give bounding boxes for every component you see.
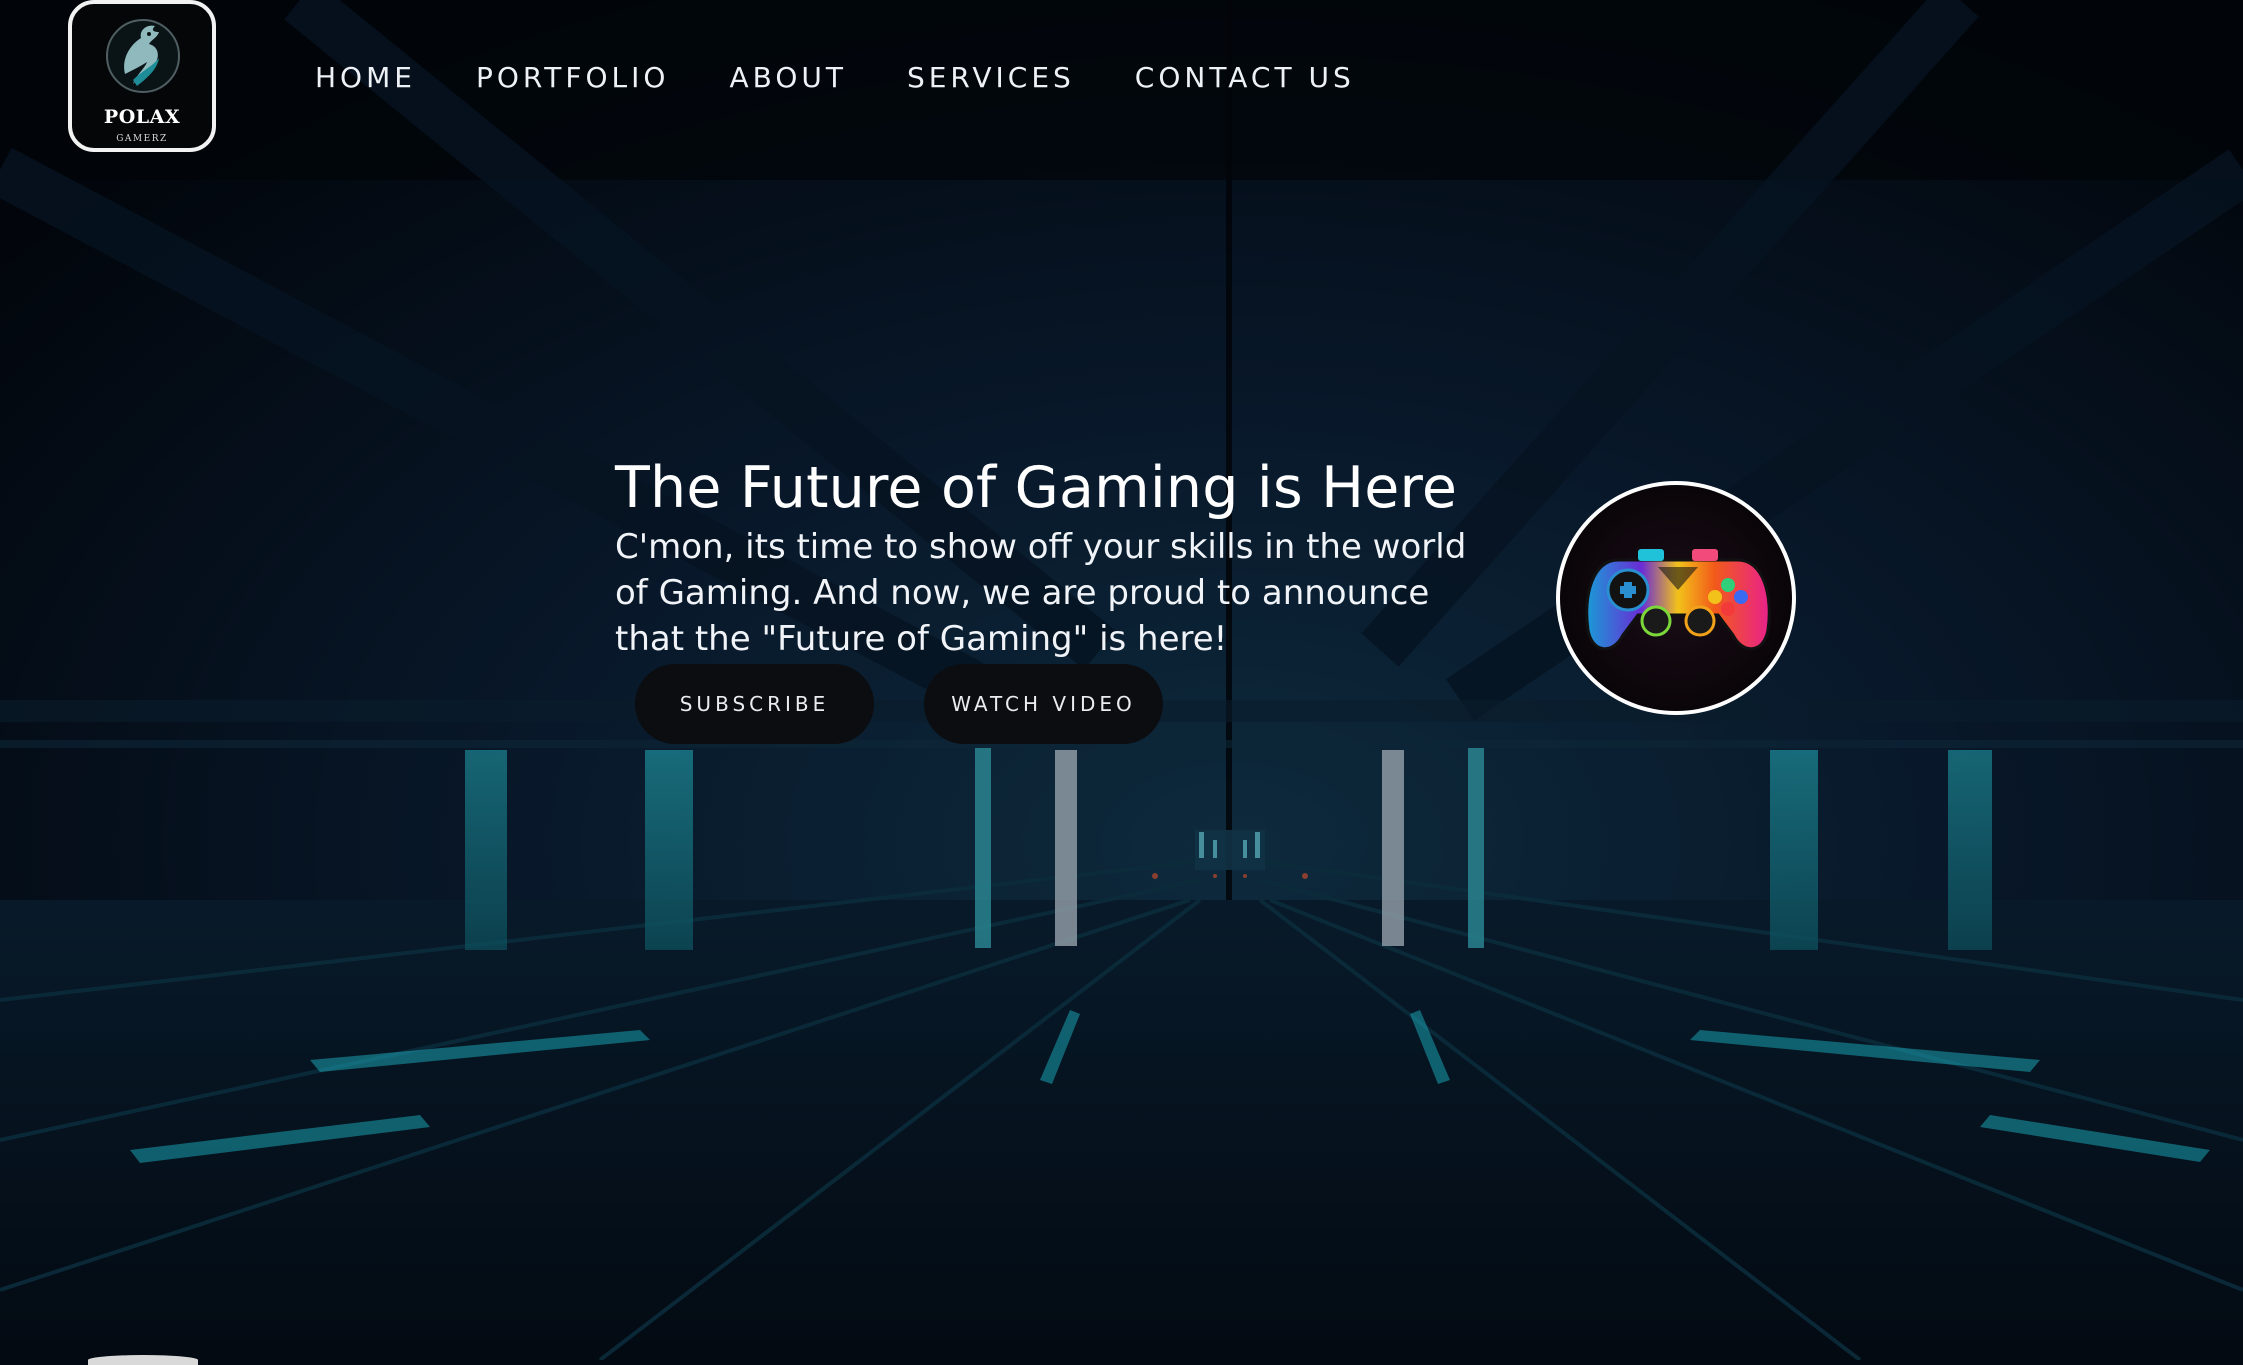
subscribe-button[interactable]: SUBSCRIBE <box>635 664 874 744</box>
main-nav: HOME PORTFOLIO ABOUT SERVICES CONTACT US <box>315 61 1415 94</box>
brand-name: POLAX <box>103 106 181 128</box>
brand-tagline: GAMERZ <box>116 134 168 144</box>
dragon-logo-icon <box>103 14 183 102</box>
site-logo[interactable]: POLAX GAMERZ <box>68 0 216 152</box>
nav-home[interactable]: HOME <box>315 61 416 94</box>
bottom-element-edge <box>88 1355 198 1365</box>
watch-video-button[interactable]: WATCH VIDEO <box>924 664 1163 744</box>
hero-description: C'mon, its time to show off your skills … <box>615 527 1467 659</box>
hero-title: The Future of Gaming is Here <box>615 455 1458 522</box>
nav-contact-us[interactable]: CONTACT US <box>1135 61 1355 94</box>
nav-about[interactable]: ABOUT <box>729 61 847 94</box>
hero-controller-image <box>1556 481 1796 715</box>
gamepad-controller-icon <box>1585 549 1771 651</box>
nav-services[interactable]: SERVICES <box>907 61 1075 94</box>
nav-portfolio[interactable]: PORTFOLIO <box>476 61 670 94</box>
